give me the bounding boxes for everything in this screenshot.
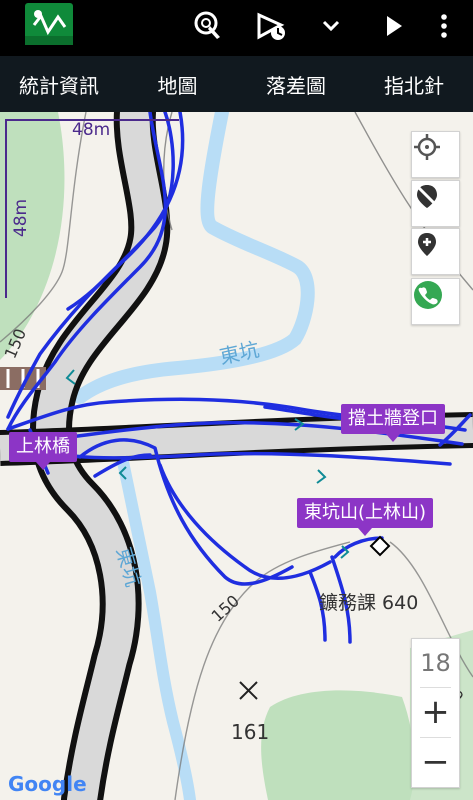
map-view[interactable]: 48m 48m 150 150 150 東坑 東坑 上林橋 擋土牆登口 東坑山(… [0,112,473,800]
zoom-out-button[interactable]: − [412,737,459,787]
dropdown-icon[interactable] [313,8,349,44]
route-chart-graphic [25,10,73,45]
tab-map[interactable]: 地圖 [118,56,237,112]
forest-area-bottom [261,690,415,800]
google-attribution: Google [8,772,87,796]
track-target-glyph [194,11,220,39]
overflow-menu-glyph [441,14,447,38]
place-label: 鑛務課 640 [319,592,419,614]
dropdown-glyph [322,20,340,32]
hide-location-icon [417,185,438,208]
tab-statistics[interactable]: 統計資訊 [0,56,118,112]
top-toolbar [0,0,473,56]
phone-button[interactable] [411,278,460,325]
tab-compass[interactable]: 指北針 [355,56,473,112]
poi-label-upper-bridge[interactable]: 上林橋 [9,432,77,470]
my-location-icon [414,134,440,160]
app-root: 統計資訊 地圖 落差圖 指北針 48m 48m 150 150 東坑 東坑 上林… [0,0,473,800]
route-chart-icon[interactable] [25,3,73,45]
my-location-button[interactable] [411,131,460,178]
poi-label-peak[interactable]: 東坑山(上林山) [297,498,434,536]
play-glyph [387,16,402,36]
play-icon[interactable] [375,8,411,44]
tab-bar: 統計資訊 地圖 落差圖 指北針 [0,56,473,168]
phone-icon [414,281,442,309]
zoom-controls: 18 + − [411,638,460,788]
vertical-scale-label: 48m [11,198,31,238]
zoom-in-button[interactable]: + [412,687,459,737]
hide-location-button[interactable] [411,180,460,227]
add-waypoint-button[interactable] [411,228,460,275]
track-target-icon[interactable] [191,8,227,44]
navigate-to-glyph [257,12,285,40]
zoom-level: 18 [420,649,451,677]
navigate-to-icon[interactable] [253,8,289,44]
add-waypoint-icon [418,233,436,256]
tab-elevation[interactable]: 落差圖 [237,56,355,112]
overflow-menu-icon[interactable] [426,8,462,44]
horizontal-scale-label: 48m [72,120,111,140]
poi-label-trailhead[interactable]: 擋土牆登口 [341,404,445,442]
spot-height-label: 161 [231,720,270,744]
